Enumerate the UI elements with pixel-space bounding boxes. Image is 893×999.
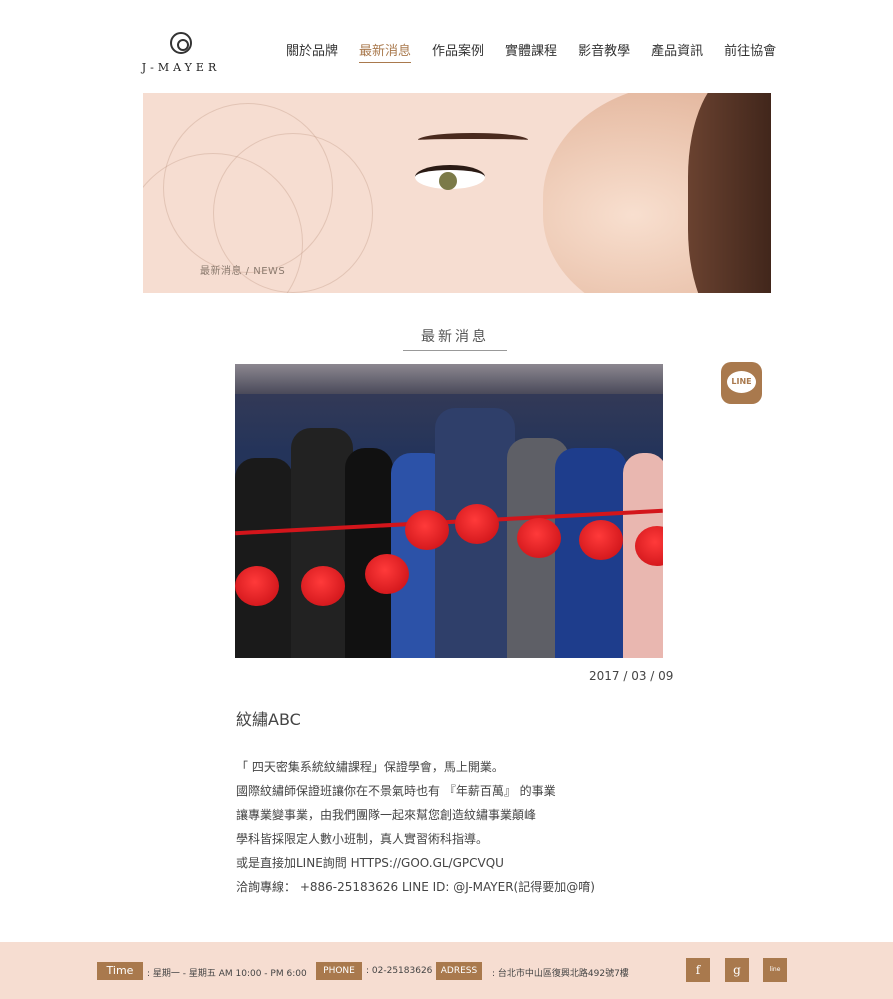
article-line: 或是直接加LINE詢問 HTTPS://GOO.GL/GPCVQU: [236, 856, 504, 870]
hero-eye: [415, 165, 485, 190]
facebook-icon[interactable]: f: [686, 958, 710, 982]
photo-ribbon-bow: [455, 504, 499, 544]
line-chat-button[interactable]: LINE: [721, 362, 762, 404]
hero-eyebrow: [418, 133, 528, 147]
article-line: 國際紋繡師保證班讓你在不景氣時也有 『年薪百萬』 的事業: [236, 784, 556, 798]
line-icon[interactable]: line: [763, 958, 787, 982]
nav-item-news[interactable]: 最新消息: [359, 40, 412, 63]
address-text: : 台北市中山區復興北路492號7樓: [492, 969, 629, 979]
main-nav: 關於品牌 最新消息 作品案例 實體課程 影音教學 產品資訊 前往協會: [286, 40, 776, 63]
google-icon[interactable]: g: [725, 958, 749, 982]
photo-person: [291, 428, 353, 658]
nav-item-videos[interactable]: 影音教學: [578, 40, 630, 63]
phone-label: PHONE: [316, 962, 362, 980]
time-label: Time: [97, 962, 143, 980]
logo-icon: [170, 32, 192, 54]
footer: Time : 星期一 - 星期五 AM 10:00 - PM 6:00 PHON…: [0, 942, 893, 999]
article-line: 讓專業變事業，由我們團隊一起來幫您創造紋繡事業顛峰: [236, 808, 537, 822]
photo-person: [345, 448, 393, 658]
article-line: 學科皆採限定人數小班制，真人實習術科指導。: [236, 832, 489, 846]
address-label: ADRESS: [436, 962, 482, 980]
photo-ribbon-bow: [517, 518, 561, 558]
photo-ribbon-bow: [579, 520, 623, 560]
photo-person: [235, 458, 293, 658]
phone-number: : 02-25183626: [366, 966, 433, 976]
photo-ribbon-bow: [365, 554, 409, 594]
hero-hair-image: [688, 93, 771, 293]
business-hours: : 星期一 - 星期五 AM 10:00 - PM 6:00: [147, 969, 307, 979]
photo-ribbon-bow: [235, 566, 279, 606]
photo-ribbon-bow: [405, 510, 449, 550]
article-date: 2017 / 03 / 09: [589, 669, 674, 683]
hero-banner: 最新消息 / NEWS: [143, 93, 771, 293]
article-title: 紋繡ABC: [236, 710, 301, 729]
nav-item-works[interactable]: 作品案例: [432, 40, 484, 63]
photo-ribbon-bow: [301, 566, 345, 606]
nav-item-courses[interactable]: 實體課程: [505, 40, 557, 63]
nav-item-products[interactable]: 產品資訊: [651, 40, 703, 63]
section-title: 最新消息: [403, 326, 507, 351]
news-photo: [235, 364, 663, 658]
article-body: 「 四天密集系統紋繡課程」保證學會，馬上開業。 國際紋繡師保證班讓你在不景氣時也…: [236, 755, 595, 899]
article-line: 洽詢專線： +886-25183626 LINE ID: @J-MAYER(記得…: [236, 880, 595, 894]
line-bubble-icon: LINE: [727, 371, 756, 393]
nav-item-brand[interactable]: 關於品牌: [286, 40, 338, 63]
nav-item-association[interactable]: 前往協會: [724, 40, 776, 63]
photo-stage-light: [235, 364, 663, 394]
breadcrumb: 最新消息 / NEWS: [200, 266, 286, 277]
brand-logo[interactable]: J-MAYER: [131, 32, 231, 74]
article-line: 「 四天密集系統紋繡課程」保證學會，馬上開業。: [236, 760, 504, 774]
logo-text: J-MAYER: [141, 61, 221, 74]
